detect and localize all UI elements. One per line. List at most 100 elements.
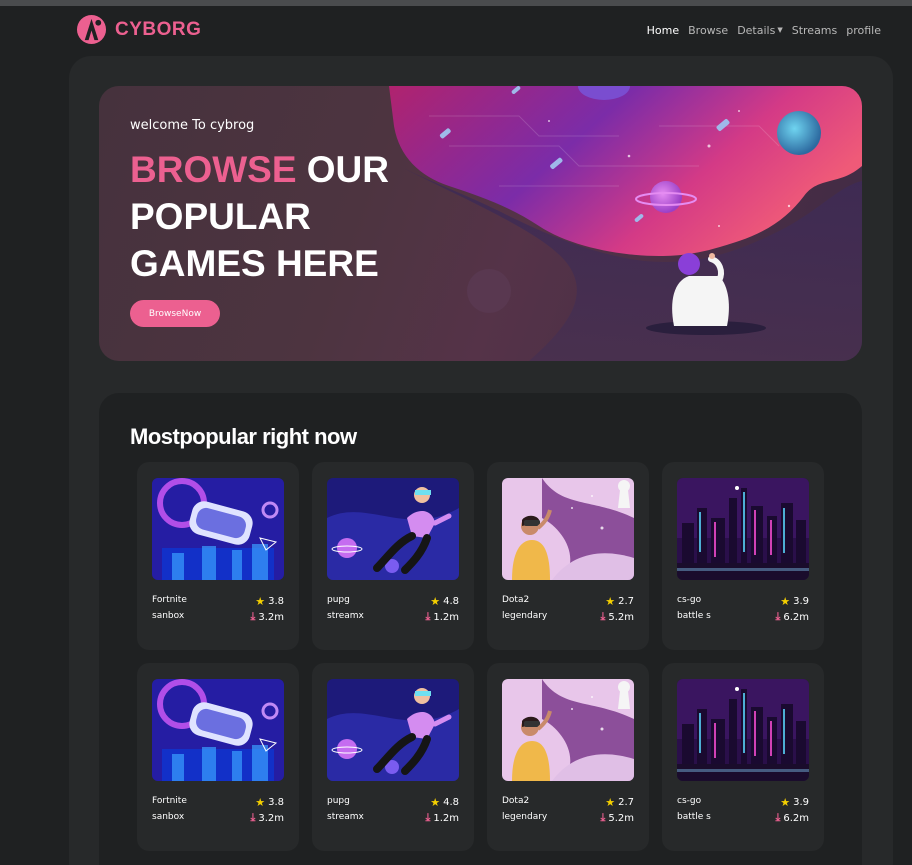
game-downloads: ⤓ 3.2m	[250, 610, 284, 624]
game-downloads: ⤓ 6.2m	[775, 811, 809, 825]
game-name: Dota2	[502, 595, 530, 605]
download-icon: ⤓	[250, 811, 256, 824]
game-category: streamx	[327, 611, 364, 621]
game-card[interactable]: cs-go battle s ★ 3.9 ⤓ 6.2m	[662, 462, 824, 650]
most-popular-section: Mostpopular right now Fortnite sanbox ★ 3…	[99, 393, 862, 865]
downloads-value: 5.2m	[608, 611, 634, 623]
hero-title: BROWSE OUR POPULAR GAMES HERE	[130, 146, 430, 287]
download-icon: ⤓	[425, 610, 431, 623]
rating-value: 4.8	[443, 596, 459, 607]
download-icon: ⤓	[425, 811, 431, 824]
game-downloads: ⤓ 3.2m	[250, 811, 284, 825]
rating-value: 4.8	[443, 797, 459, 808]
game-category: streamx	[327, 812, 364, 822]
game-name: pupg	[327, 595, 350, 605]
game-downloads: ⤓ 6.2m	[775, 610, 809, 624]
rating-value: 3.8	[268, 596, 284, 607]
nav-browse[interactable]: Browse	[688, 24, 728, 37]
game-category: sanbox	[152, 611, 185, 621]
nav-details-dropdown[interactable]: Details ▼	[737, 24, 783, 37]
downloads-value: 6.2m	[783, 812, 809, 824]
game-card[interactable]: cs-go battle s ★ 3.9 ⤓ 6.2m	[662, 663, 824, 851]
game-thumbnail[interactable]	[502, 478, 634, 580]
hero-banner: welcome To cybrog BROWSE OUR POPULAR GAM…	[99, 86, 862, 361]
game-rating: ★ 4.8	[430, 796, 459, 809]
hero-welcome-text: welcome To cybrog	[130, 118, 255, 133]
game-rating: ★ 2.7	[605, 595, 634, 608]
rating-value: 3.8	[268, 797, 284, 808]
game-rating: ★ 2.7	[605, 796, 634, 809]
game-thumbnail[interactable]	[677, 478, 809, 580]
navbar: CYBORG Home Browse Details ▼ Streams prof…	[0, 6, 912, 56]
game-name: Dota2	[502, 796, 530, 806]
download-icon: ⤓	[600, 811, 606, 824]
game-category: legendary	[502, 611, 548, 621]
game-name: pupg	[327, 796, 350, 806]
rating-value: 3.9	[793, 596, 809, 607]
game-downloads: ⤓ 1.2m	[425, 811, 459, 825]
star-icon: ★	[605, 796, 616, 809]
cyborg-logo-icon	[76, 14, 107, 45]
game-rating: ★ 3.9	[780, 595, 809, 608]
nav-links: Home Browse Details ▼ Streams profile	[647, 24, 881, 37]
browse-now-button[interactable]: BrowseNow	[130, 300, 220, 327]
nav-streams[interactable]: Streams	[792, 24, 838, 37]
downloads-value: 3.2m	[258, 611, 284, 623]
rating-value: 3.9	[793, 797, 809, 808]
game-category: sanbox	[152, 812, 185, 822]
download-icon: ⤓	[775, 610, 781, 623]
game-category: legendary	[502, 812, 548, 822]
star-icon: ★	[430, 595, 441, 608]
game-category: battle s	[677, 812, 711, 822]
game-thumbnail[interactable]	[152, 478, 284, 580]
star-icon: ★	[255, 796, 266, 809]
game-thumbnail[interactable]	[327, 478, 459, 580]
nav-profile[interactable]: profile	[846, 24, 881, 37]
caret-down-icon: ▼	[777, 26, 783, 34]
game-thumbnail[interactable]	[152, 679, 284, 781]
star-icon: ★	[780, 796, 791, 809]
download-icon: ⤓	[250, 610, 256, 623]
game-category: battle s	[677, 611, 711, 621]
hero-title-line-2: POPULAR	[130, 196, 311, 237]
download-icon: ⤓	[600, 610, 606, 623]
downloads-value: 6.2m	[783, 611, 809, 623]
hero-title-part: OUR	[306, 149, 390, 190]
nav-home[interactable]: Home	[647, 24, 679, 37]
game-card[interactable]: Fortnite sanbox ★ 3.8 ⤓ 3.2m	[137, 462, 299, 650]
game-rating: ★ 3.8	[255, 796, 284, 809]
section-title: Mostpopular right now	[130, 424, 357, 449]
game-name: Fortnite	[152, 595, 187, 605]
downloads-value: 1.2m	[433, 812, 459, 824]
game-thumbnail[interactable]	[502, 679, 634, 781]
game-thumbnail[interactable]	[677, 679, 809, 781]
game-thumbnail[interactable]	[327, 679, 459, 781]
downloads-value: 1.2m	[433, 611, 459, 623]
hero-title-line-3: GAMES HERE	[130, 243, 379, 284]
game-card[interactable]: pupg streamx ★ 4.8 ⤓ 1.2m	[312, 462, 474, 650]
rating-value: 2.7	[618, 797, 634, 808]
game-card[interactable]: pupg streamx ★ 4.8 ⤓ 1.2m	[312, 663, 474, 851]
download-icon: ⤓	[775, 811, 781, 824]
brand-logo[interactable]: CYBORG	[76, 14, 201, 45]
hero-title-highlight: BROWSE	[130, 149, 297, 190]
game-card[interactable]: Dota2 legendary ★ 2.7 ⤓ 5.2m	[487, 663, 649, 851]
nav-details-label: Details	[737, 24, 776, 37]
downloads-value: 3.2m	[258, 812, 284, 824]
game-rating: ★ 4.8	[430, 595, 459, 608]
brand-name: CYBORG	[115, 18, 202, 40]
game-downloads: ⤓ 5.2m	[600, 610, 634, 624]
star-icon: ★	[255, 595, 266, 608]
game-rating: ★ 3.8	[255, 595, 284, 608]
page-content: welcome To cybrog BROWSE OUR POPULAR GAM…	[69, 56, 893, 865]
game-downloads: ⤓ 5.2m	[600, 811, 634, 825]
game-downloads: ⤓ 1.2m	[425, 610, 459, 624]
star-icon: ★	[780, 595, 791, 608]
game-name: cs-go	[677, 796, 702, 806]
game-card[interactable]: Dota2 legendary ★ 2.7 ⤓ 5.2m	[487, 462, 649, 650]
rating-value: 2.7	[618, 596, 634, 607]
game-rating: ★ 3.9	[780, 796, 809, 809]
star-icon: ★	[605, 595, 616, 608]
downloads-value: 5.2m	[608, 812, 634, 824]
game-card[interactable]: Fortnite sanbox ★ 3.8 ⤓ 3.2m	[137, 663, 299, 851]
